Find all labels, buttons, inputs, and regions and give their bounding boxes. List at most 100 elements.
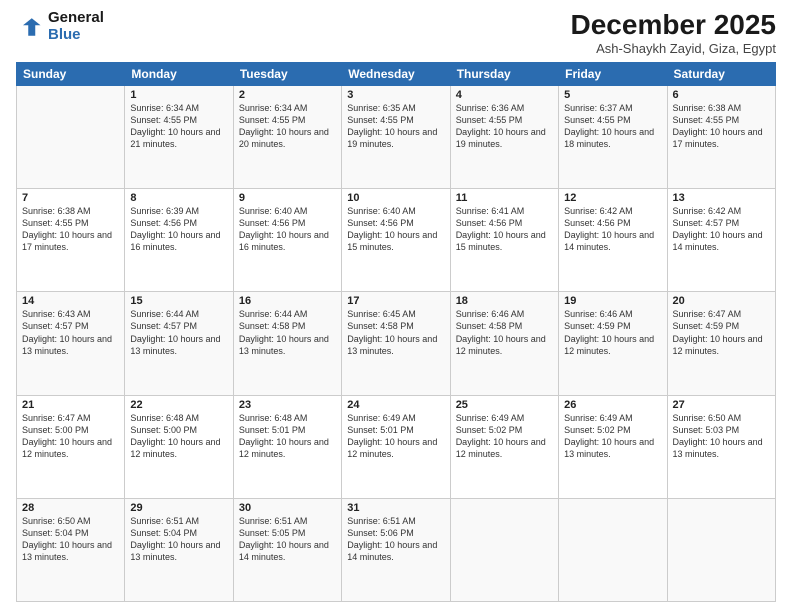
calendar-cell [559,498,667,601]
calendar-cell [667,498,775,601]
sunset: Sunset: 4:56 PM [456,217,553,229]
daylight: Daylight: 10 hours and 13 minutes. [347,333,444,357]
day-number: 14 [22,295,119,307]
sunset: Sunset: 4:55 PM [22,217,119,229]
daylight: Daylight: 10 hours and 13 minutes. [130,333,227,357]
calendar-cell: 11 Sunrise: 6:41 AM Sunset: 4:56 PM Dayl… [450,189,558,292]
day-info: Sunrise: 6:37 AM Sunset: 4:55 PM Dayligh… [564,102,661,151]
calendar-cell: 18 Sunrise: 6:46 AM Sunset: 4:58 PM Dayl… [450,292,558,395]
sunrise: Sunrise: 6:46 AM [564,308,661,320]
daylight: Daylight: 10 hours and 13 minutes. [22,333,119,357]
day-header-saturday: Saturday [667,62,775,85]
day-info: Sunrise: 6:34 AM Sunset: 4:55 PM Dayligh… [130,102,227,151]
daylight: Daylight: 10 hours and 17 minutes. [22,229,119,253]
page: General Blue December 2025 Ash-Shaykh Za… [0,0,792,612]
day-info: Sunrise: 6:47 AM Sunset: 4:59 PM Dayligh… [673,308,770,357]
calendar-cell: 20 Sunrise: 6:47 AM Sunset: 4:59 PM Dayl… [667,292,775,395]
day-number: 20 [673,295,770,307]
day-number: 21 [22,399,119,411]
daylight: Daylight: 10 hours and 12 minutes. [22,436,119,460]
calendar-cell: 3 Sunrise: 6:35 AM Sunset: 4:55 PM Dayli… [342,85,450,188]
sunrise: Sunrise: 6:43 AM [22,308,119,320]
daylight: Daylight: 10 hours and 13 minutes. [564,436,661,460]
sunset: Sunset: 4:55 PM [456,114,553,126]
sunset: Sunset: 5:04 PM [22,527,119,539]
calendar-cell: 7 Sunrise: 6:38 AM Sunset: 4:55 PM Dayli… [17,189,125,292]
daylight: Daylight: 10 hours and 14 minutes. [564,229,661,253]
calendar-cell: 8 Sunrise: 6:39 AM Sunset: 4:56 PM Dayli… [125,189,233,292]
sunrise: Sunrise: 6:37 AM [564,102,661,114]
sunset: Sunset: 4:57 PM [22,320,119,332]
day-number: 19 [564,295,661,307]
day-number: 5 [564,89,661,101]
daylight: Daylight: 10 hours and 17 minutes. [673,126,770,150]
day-info: Sunrise: 6:35 AM Sunset: 4:55 PM Dayligh… [347,102,444,151]
calendar-cell: 23 Sunrise: 6:48 AM Sunset: 5:01 PM Dayl… [233,395,341,498]
sunrise: Sunrise: 6:49 AM [347,412,444,424]
calendar-cell: 17 Sunrise: 6:45 AM Sunset: 4:58 PM Dayl… [342,292,450,395]
calendar-cell: 5 Sunrise: 6:37 AM Sunset: 4:55 PM Dayli… [559,85,667,188]
day-number: 12 [564,192,661,204]
sunset: Sunset: 4:55 PM [564,114,661,126]
calendar-cell: 15 Sunrise: 6:44 AM Sunset: 4:57 PM Dayl… [125,292,233,395]
sunset: Sunset: 4:56 PM [564,217,661,229]
calendar-cell: 26 Sunrise: 6:49 AM Sunset: 5:02 PM Dayl… [559,395,667,498]
sunrise: Sunrise: 6:41 AM [456,205,553,217]
day-number: 1 [130,89,227,101]
sunset: Sunset: 4:59 PM [564,320,661,332]
day-info: Sunrise: 6:42 AM Sunset: 4:57 PM Dayligh… [673,205,770,254]
day-info: Sunrise: 6:44 AM Sunset: 4:58 PM Dayligh… [239,308,336,357]
daylight: Daylight: 10 hours and 12 minutes. [673,333,770,357]
daylight: Daylight: 10 hours and 13 minutes. [22,539,119,563]
day-number: 3 [347,89,444,101]
sunrise: Sunrise: 6:44 AM [130,308,227,320]
day-info: Sunrise: 6:49 AM Sunset: 5:01 PM Dayligh… [347,412,444,461]
day-info: Sunrise: 6:43 AM Sunset: 4:57 PM Dayligh… [22,308,119,357]
day-number: 13 [673,192,770,204]
day-info: Sunrise: 6:51 AM Sunset: 5:04 PM Dayligh… [130,515,227,564]
calendar-cell: 14 Sunrise: 6:43 AM Sunset: 4:57 PM Dayl… [17,292,125,395]
day-number: 23 [239,399,336,411]
logo-line2: Blue [48,27,104,44]
day-header-sunday: Sunday [17,62,125,85]
daylight: Daylight: 10 hours and 13 minutes. [239,333,336,357]
calendar-week-2: 7 Sunrise: 6:38 AM Sunset: 4:55 PM Dayli… [17,189,776,292]
calendar-cell: 2 Sunrise: 6:34 AM Sunset: 4:55 PM Dayli… [233,85,341,188]
sunrise: Sunrise: 6:50 AM [22,515,119,527]
daylight: Daylight: 10 hours and 12 minutes. [239,436,336,460]
header: General Blue December 2025 Ash-Shaykh Za… [16,10,776,56]
daylight: Daylight: 10 hours and 12 minutes. [347,436,444,460]
day-info: Sunrise: 6:36 AM Sunset: 4:55 PM Dayligh… [456,102,553,151]
sunrise: Sunrise: 6:51 AM [239,515,336,527]
sunset: Sunset: 4:58 PM [239,320,336,332]
sunrise: Sunrise: 6:49 AM [564,412,661,424]
day-info: Sunrise: 6:47 AM Sunset: 5:00 PM Dayligh… [22,412,119,461]
day-number: 17 [347,295,444,307]
day-number: 24 [347,399,444,411]
calendar-cell: 12 Sunrise: 6:42 AM Sunset: 4:56 PM Dayl… [559,189,667,292]
day-info: Sunrise: 6:46 AM Sunset: 4:58 PM Dayligh… [456,308,553,357]
day-info: Sunrise: 6:49 AM Sunset: 5:02 PM Dayligh… [456,412,553,461]
sunset: Sunset: 4:57 PM [673,217,770,229]
sunrise: Sunrise: 6:47 AM [673,308,770,320]
calendar-cell: 30 Sunrise: 6:51 AM Sunset: 5:05 PM Dayl… [233,498,341,601]
day-info: Sunrise: 6:50 AM Sunset: 5:03 PM Dayligh… [673,412,770,461]
sunset: Sunset: 5:02 PM [564,424,661,436]
daylight: Daylight: 10 hours and 20 minutes. [239,126,336,150]
sunset: Sunset: 5:01 PM [239,424,336,436]
calendar-cell: 6 Sunrise: 6:38 AM Sunset: 4:55 PM Dayli… [667,85,775,188]
day-info: Sunrise: 6:49 AM Sunset: 5:02 PM Dayligh… [564,412,661,461]
calendar-cell: 10 Sunrise: 6:40 AM Sunset: 4:56 PM Dayl… [342,189,450,292]
day-number: 4 [456,89,553,101]
calendar-cell: 31 Sunrise: 6:51 AM Sunset: 5:06 PM Dayl… [342,498,450,601]
day-number: 15 [130,295,227,307]
sunset: Sunset: 4:55 PM [130,114,227,126]
sunset: Sunset: 5:03 PM [673,424,770,436]
calendar-cell: 21 Sunrise: 6:47 AM Sunset: 5:00 PM Dayl… [17,395,125,498]
day-info: Sunrise: 6:40 AM Sunset: 4:56 PM Dayligh… [347,205,444,254]
sunset: Sunset: 5:00 PM [130,424,227,436]
sunrise: Sunrise: 6:40 AM [239,205,336,217]
daylight: Daylight: 10 hours and 12 minutes. [130,436,227,460]
sunrise: Sunrise: 6:42 AM [564,205,661,217]
day-header-monday: Monday [125,62,233,85]
